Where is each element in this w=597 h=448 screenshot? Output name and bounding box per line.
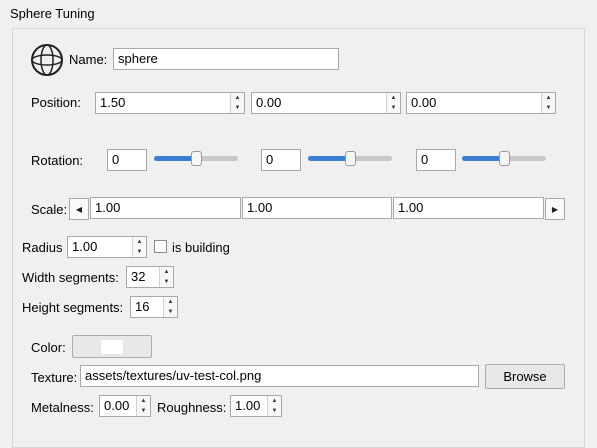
- texture-path-input[interactable]: assets/textures/uv-test-col.png: [80, 365, 479, 387]
- roughness-spinbox[interactable]: 1.00 ▲ ▼: [230, 395, 282, 417]
- height-segments-value[interactable]: 16: [131, 297, 163, 317]
- panel-title: Sphere Tuning: [10, 6, 95, 21]
- down-arrow-icon[interactable]: ▼: [231, 103, 244, 113]
- slider-handle[interactable]: [344, 151, 356, 166]
- rotation-label: Rotation:: [31, 153, 84, 168]
- metalness-label: Metalness:: [31, 400, 94, 415]
- color-swatch: [101, 339, 123, 354]
- radius-label: Radius: [22, 240, 63, 255]
- up-arrow-icon[interactable]: ▲: [137, 396, 150, 406]
- up-arrow-icon[interactable]: ▲: [268, 396, 281, 406]
- color-picker-button[interactable]: [72, 335, 152, 358]
- position-label: Position:: [31, 95, 81, 110]
- width-segments-spinbox[interactable]: 32 ▲ ▼: [126, 266, 174, 288]
- slider-handle[interactable]: [498, 151, 510, 166]
- position-x-spinbox[interactable]: 1.50 ▲ ▼: [95, 92, 245, 114]
- rotation-z-slider[interactable]: [462, 150, 546, 168]
- name-input[interactable]: sphere: [113, 48, 339, 70]
- sphere-icon: [30, 43, 64, 77]
- up-arrow-icon[interactable]: ▲: [164, 297, 177, 307]
- up-arrow-icon[interactable]: ▲: [542, 93, 555, 103]
- scale-z-input[interactable]: 1.00: [393, 197, 544, 219]
- texture-label: Texture:: [31, 370, 78, 385]
- slider-fill: [308, 156, 350, 161]
- down-arrow-icon[interactable]: ▼: [542, 103, 555, 113]
- metalness-value[interactable]: 0.00: [100, 396, 136, 416]
- is-building-label: is building: [172, 240, 230, 255]
- radius-spinbox[interactable]: 1.00 ▲ ▼: [67, 236, 147, 258]
- position-y-value[interactable]: 0.00: [252, 93, 386, 113]
- left-arrow-icon[interactable]: ◀: [69, 198, 89, 220]
- down-arrow-icon[interactable]: ▼: [387, 103, 400, 113]
- down-arrow-icon[interactable]: ▼: [268, 406, 281, 416]
- scale-label: Scale:: [31, 202, 68, 217]
- position-x-value[interactable]: 1.50: [96, 93, 230, 113]
- metalness-spinbox[interactable]: 0.00 ▲ ▼: [99, 395, 151, 417]
- position-y-spinbox[interactable]: 0.00 ▲ ▼: [251, 92, 401, 114]
- rotation-x-input[interactable]: 0: [107, 149, 147, 171]
- down-arrow-icon[interactable]: ▼: [164, 307, 177, 317]
- height-segments-spinbox[interactable]: 16 ▲ ▼: [130, 296, 178, 318]
- up-arrow-icon[interactable]: ▲: [231, 93, 244, 103]
- up-arrow-icon[interactable]: ▲: [160, 267, 173, 277]
- position-z-value[interactable]: 0.00: [407, 93, 541, 113]
- rotation-z-input[interactable]: 0: [416, 149, 456, 171]
- right-arrow-icon[interactable]: ▶: [545, 198, 565, 220]
- down-arrow-icon[interactable]: ▼: [137, 406, 150, 416]
- radius-value[interactable]: 1.00: [68, 237, 132, 257]
- up-arrow-icon[interactable]: ▲: [387, 93, 400, 103]
- rotation-y-slider[interactable]: [308, 150, 392, 168]
- color-label: Color:: [31, 340, 66, 355]
- down-arrow-icon[interactable]: ▼: [133, 247, 146, 257]
- is-building-checkbox[interactable]: [154, 240, 167, 253]
- up-arrow-icon[interactable]: ▲: [133, 237, 146, 247]
- browse-button[interactable]: Browse: [485, 364, 565, 389]
- width-segments-label: Width segments:: [22, 270, 119, 285]
- slider-fill: [154, 156, 196, 161]
- rotation-x-slider[interactable]: [154, 150, 238, 168]
- rotation-y-input[interactable]: 0: [261, 149, 301, 171]
- name-label: Name:: [69, 52, 108, 67]
- down-arrow-icon[interactable]: ▼: [160, 277, 173, 287]
- roughness-label: Roughness:: [157, 400, 227, 415]
- scale-y-input[interactable]: 1.00: [242, 197, 392, 219]
- slider-fill: [462, 156, 504, 161]
- width-segments-value[interactable]: 32: [127, 267, 159, 287]
- roughness-value[interactable]: 1.00: [231, 396, 267, 416]
- position-z-spinbox[interactable]: 0.00 ▲ ▼: [406, 92, 556, 114]
- scale-x-input[interactable]: 1.00: [90, 197, 241, 219]
- height-segments-label: Height segments:: [22, 300, 124, 315]
- slider-handle[interactable]: [190, 151, 202, 166]
